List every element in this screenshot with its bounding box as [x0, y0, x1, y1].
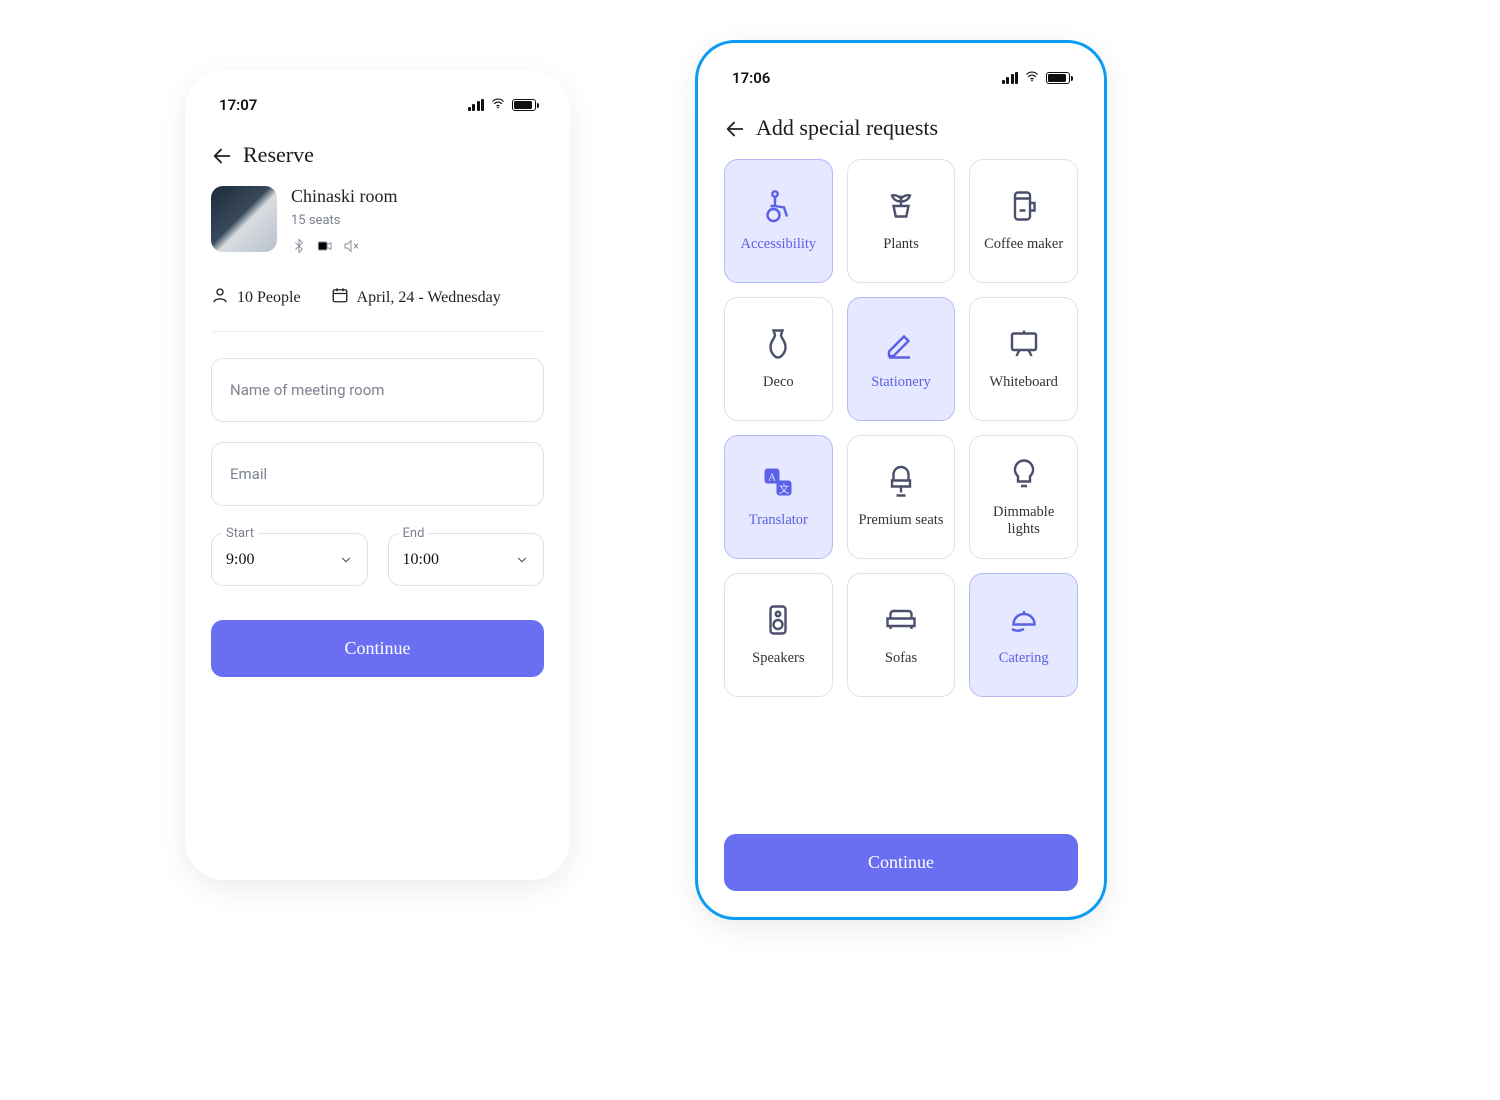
request-premium-seats[interactable]: Premium seats: [847, 435, 956, 559]
vase-icon: [760, 326, 796, 362]
card-label: Stationery: [871, 374, 931, 391]
page-title: Add special requests: [756, 115, 938, 141]
card-label: Sofas: [885, 650, 917, 667]
request-accessibility[interactable]: Accessibility: [724, 159, 833, 283]
card-label: Deco: [763, 374, 794, 391]
request-plants[interactable]: Plants: [847, 159, 956, 283]
people-count: 10 People: [237, 289, 301, 307]
speaker-icon: [760, 602, 796, 638]
meeting-name-input[interactable]: Name of meeting room: [211, 358, 544, 422]
request-catering[interactable]: Catering: [969, 573, 1078, 697]
svg-text:文: 文: [779, 483, 790, 496]
page-title: Reserve: [243, 142, 314, 168]
whiteboard-icon: [1006, 326, 1042, 362]
chevron-down-icon: [515, 553, 529, 567]
status-bar: 17:06: [724, 65, 1078, 101]
card-label: Dimmable lights: [976, 504, 1071, 539]
bluetooth-icon: [291, 238, 307, 258]
room-name: Chinaski room: [291, 186, 398, 207]
coffee-maker-icon: [1006, 188, 1042, 224]
card-label: Catering: [999, 650, 1049, 667]
wheelchair-icon: [760, 188, 796, 224]
status-bar: 17:07: [211, 92, 544, 128]
status-time: 17:07: [219, 96, 257, 114]
continue-button[interactable]: Continue: [724, 834, 1078, 891]
back-arrow-icon[interactable]: [211, 145, 233, 165]
svg-text:A: A: [769, 473, 777, 484]
pencil-icon: [883, 326, 919, 362]
translate-icon: A文: [760, 464, 796, 500]
request-translator[interactable]: A文 Translator: [724, 435, 833, 559]
request-speakers[interactable]: Speakers: [724, 573, 833, 697]
wifi-icon: [490, 96, 506, 114]
mute-icon: [343, 238, 359, 258]
request-whiteboard[interactable]: Whiteboard: [969, 297, 1078, 421]
start-label: Start: [222, 526, 258, 541]
calendar-icon: [331, 286, 349, 309]
wifi-icon: [1024, 69, 1040, 87]
card-label: Whiteboard: [989, 374, 1057, 391]
battery-icon: [512, 99, 536, 111]
request-stationery[interactable]: Stationery: [847, 297, 956, 421]
continue-button[interactable]: Continue: [211, 620, 544, 677]
room-seats: 15 seats: [291, 213, 398, 228]
card-label: Translator: [749, 512, 808, 529]
end-time-value: 10:00: [403, 551, 439, 569]
card-label: Speakers: [752, 650, 804, 667]
signal-icon: [468, 99, 485, 111]
card-label: Accessibility: [740, 236, 816, 253]
end-time-select[interactable]: 10:00: [389, 541, 544, 585]
request-coffee-maker[interactable]: Coffee maker: [969, 159, 1078, 283]
lightbulb-icon: [1006, 456, 1042, 492]
phone-requests-screen: 17:06 Add special requests Accessibility…: [695, 40, 1107, 920]
request-dimmable-lights[interactable]: Dimmable lights: [969, 435, 1078, 559]
card-label: Plants: [883, 236, 918, 253]
chevron-down-icon: [339, 553, 353, 567]
start-time-select[interactable]: 9:00: [212, 541, 367, 585]
catering-icon: [1006, 602, 1042, 638]
card-label: Coffee maker: [984, 236, 1063, 253]
plant-icon: [883, 188, 919, 224]
sofa-icon: [883, 602, 919, 638]
request-deco[interactable]: Deco: [724, 297, 833, 421]
date-value: April, 24 - Wednesday: [357, 289, 501, 307]
card-label: Premium seats: [859, 512, 944, 529]
phone-reserve-screen: 17:07 Reserve Chinaski room 15 seats: [185, 70, 570, 880]
start-time-value: 9:00: [226, 551, 254, 569]
person-icon: [211, 286, 229, 309]
video-icon: [317, 238, 333, 258]
back-arrow-icon[interactable]: [724, 118, 746, 138]
request-sofas[interactable]: Sofas: [847, 573, 956, 697]
chair-icon: [883, 464, 919, 500]
end-label: End: [399, 526, 429, 541]
status-time: 17:06: [732, 69, 770, 87]
battery-icon: [1046, 72, 1070, 84]
email-input[interactable]: Email: [211, 442, 544, 506]
room-thumbnail: [211, 186, 277, 252]
signal-icon: [1002, 72, 1019, 84]
